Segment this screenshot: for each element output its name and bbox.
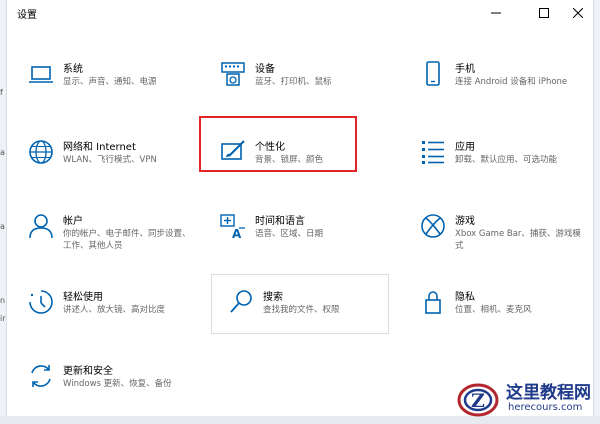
svg-text:A: A: [232, 227, 242, 240]
tile-title: 帐户: [63, 216, 83, 227]
tile-description: WLAN、飞行模式、VPN: [63, 155, 157, 165]
settings-tile-network[interactable]: 网络和 Internet WLAN、飞行模式、VPN: [15, 134, 195, 190]
tile-title: 搜索: [263, 292, 283, 303]
settings-tile-update-security[interactable]: 更新和安全 Windows 更新、恢复、备份: [15, 358, 195, 414]
settings-tile-search[interactable]: 搜索 查找我的文件、权限: [215, 284, 395, 340]
phone-icon: [426, 61, 440, 86]
watermark-url: herecours.com: [508, 402, 583, 413]
tile-title: 应用: [455, 142, 475, 153]
tile-description: 卸载、默认应用、可选功能: [455, 155, 558, 165]
close-button[interactable]: [563, 0, 593, 26]
settings-tile-apps[interactable]: 应用 卸载、默认应用、可选功能: [407, 134, 587, 190]
desc-line: 你的帐户、电子邮件、同步设置、: [63, 229, 191, 239]
desktop-fragment: f: [0, 88, 3, 97]
settings-window: 设置 系统 显示、声音、通知、电源 设备 蓝牙、打印机、鼠标 手机 连接 And…: [7, 0, 593, 416]
maximize-button[interactable]: [529, 0, 559, 26]
desktop-fragment: a: [0, 148, 5, 157]
language-icon: A: [220, 214, 245, 240]
tile-title: 轻松使用: [63, 292, 103, 303]
settings-tile-accounts[interactable]: 帐户 你的帐户、电子邮件、同步设置、 工作、其他人员: [15, 208, 195, 264]
window-edge-right: [593, 0, 600, 424]
settings-tile-time-language[interactable]: A 时间和语言 语音、区域、日期: [207, 208, 387, 264]
globe-icon: [29, 140, 53, 164]
tile-description: 语音、区域、日期: [255, 229, 324, 239]
watermark-logo-icon: Z: [457, 383, 499, 417]
tile-title: 手机: [455, 64, 475, 75]
tile-title: 网络和 Internet: [63, 142, 136, 153]
tile-description: 位置、相机、麦克风: [455, 305, 532, 315]
close-icon: [573, 8, 583, 18]
settings-tile-privacy[interactable]: 隐私 位置、相机、麦克风: [407, 284, 587, 340]
tile-description: Windows 更新、恢复、备份: [63, 379, 172, 389]
keyboard-speaker-icon: [221, 62, 245, 86]
settings-tile-phone[interactable]: 手机 连接 Android 设备和 iPhone: [407, 56, 587, 112]
tile-title: 系统: [63, 64, 83, 75]
watermark: Z 这里教程网 herecours.com: [448, 376, 598, 422]
tile-description: 查找我的文件、权限: [263, 305, 340, 315]
ease-of-access-icon: [29, 290, 53, 314]
settings-tile-ease-of-access[interactable]: 轻松使用 讲述人、放大镜、高对比度: [15, 284, 195, 340]
highlight-box: [199, 116, 357, 172]
tile-description: Xbox Game Bar、捕获、游戏模 式: [455, 228, 581, 252]
xbox-icon: [421, 214, 445, 238]
desc-line: 式: [455, 241, 464, 251]
apps-list-icon: [422, 141, 444, 164]
title-bar: 设置: [7, 0, 593, 26]
minimize-button[interactable]: [481, 0, 511, 26]
desktop-fragment: n: [0, 296, 6, 305]
tile-description: 蓝牙、打印机、鼠标: [255, 77, 332, 87]
maximize-icon: [539, 8, 549, 18]
settings-tile-devices[interactable]: 设备 蓝牙、打印机、鼠标: [207, 56, 387, 112]
tile-title: 隐私: [455, 292, 475, 303]
settings-tile-gaming[interactable]: 游戏 Xbox Game Bar、捕获、游戏模 式: [407, 208, 587, 264]
settings-tile-system[interactable]: 系统 显示、声音、通知、电源: [15, 56, 195, 112]
tile-title: 更新和安全: [63, 366, 113, 377]
minimize-icon: [491, 12, 501, 14]
search-icon: [230, 290, 252, 313]
sync-icon: [31, 365, 51, 387]
watermark-logo-letter: Z: [471, 390, 485, 412]
desc-line: Xbox Game Bar、捕获、游戏模: [455, 229, 581, 239]
tile-title: 游戏: [455, 216, 475, 227]
tile-title: 时间和语言: [255, 216, 305, 227]
desktop-fragment: ir: [0, 314, 6, 323]
tile-description: 连接 Android 设备和 iPhone: [455, 77, 568, 87]
window-title: 设置: [17, 10, 37, 21]
tile-description: 显示、声音、通知、电源: [63, 77, 157, 87]
person-icon: [29, 214, 53, 239]
tile-title: 设备: [255, 64, 275, 75]
lock-icon: [425, 291, 441, 314]
laptop-icon: [29, 66, 53, 83]
watermark-title: 这里教程网: [506, 383, 591, 403]
window-edge-left: [0, 0, 7, 424]
desc-line: 工作、其他人员: [63, 241, 123, 251]
desktop-fragment: a: [0, 222, 5, 231]
tile-description: 你的帐户、电子邮件、同步设置、 工作、其他人员: [63, 228, 191, 252]
tile-description: 讲述人、放大镜、高对比度: [63, 305, 166, 315]
